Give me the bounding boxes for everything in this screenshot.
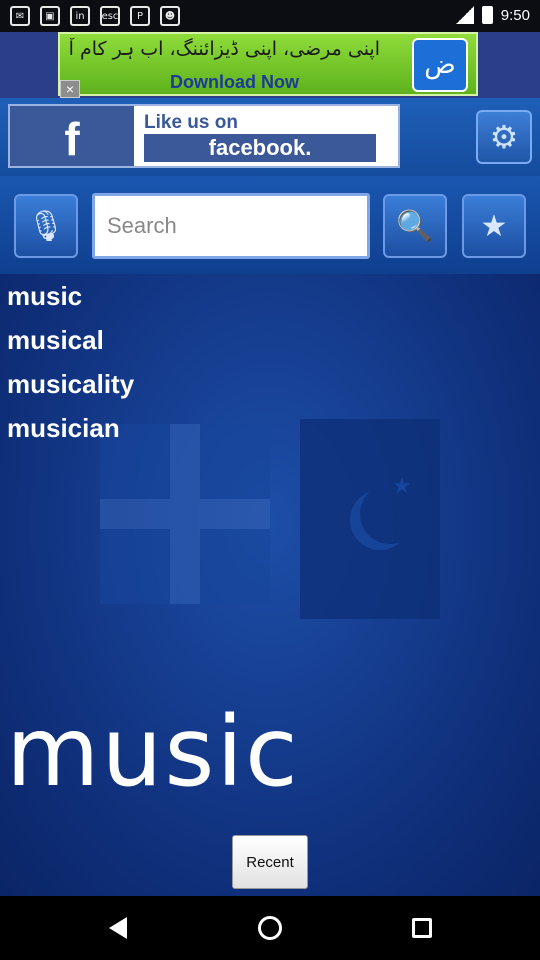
favorites-star-icon[interactable]: ★ <box>462 194 526 258</box>
status-icons: ✉ ▣ in esc P ☻ <box>10 6 180 26</box>
linkedin-icon: in <box>70 6 90 26</box>
facebook-f-icon: f <box>10 106 134 166</box>
ad-banner[interactable]: اپنی مرضی، اپنی ڈیزائننگ، اب ہر کام آپ ک… <box>58 32 478 96</box>
search-row: 🎙 🔍 ★ <box>0 176 540 274</box>
main-content: ★ music musical musicality musician musi… <box>0 274 540 896</box>
suggestion-item[interactable]: music <box>0 274 540 318</box>
star-decoration: ★ <box>392 474 412 499</box>
signal-icon <box>455 6 474 24</box>
settings-gear-icon[interactable]: ⚙ <box>476 110 532 164</box>
recents-icon[interactable] <box>408 914 436 942</box>
uk-flag-decoration <box>100 424 270 604</box>
current-word-display: music <box>6 696 300 808</box>
esc-icon: esc <box>100 6 120 26</box>
suggestion-list: music musical musicality musician <box>0 274 540 450</box>
recent-button[interactable]: Recent <box>232 835 308 889</box>
pinterest-icon: P <box>130 6 150 26</box>
status-right: 9:50 <box>455 6 530 24</box>
search-input[interactable] <box>92 193 370 259</box>
back-icon[interactable] <box>104 914 132 942</box>
ad-close-icon[interactable]: × <box>60 80 80 98</box>
facebook-like-text: Like us on <box>144 112 238 133</box>
ad-logo-icon: ض <box>412 38 468 92</box>
clock: 9:50 <box>500 6 530 24</box>
robot-icon: ☻ <box>160 6 180 26</box>
ad-urdu-text: اپنی مرضی، اپنی ڈیزائننگ، اب ہر کام آپ ک… <box>70 38 380 60</box>
suggestion-item[interactable]: musician <box>0 406 540 450</box>
ad-download-label: Download Now <box>170 72 299 92</box>
microphone-icon[interactable]: 🎙 <box>14 194 78 258</box>
image-icon: ▣ <box>40 6 60 26</box>
navigation-bar <box>0 896 540 960</box>
search-icon[interactable]: 🔍 <box>383 194 447 258</box>
suggestion-item[interactable]: musical <box>0 318 540 362</box>
notification-icon: ✉ <box>10 6 30 26</box>
status-bar: ✉ ▣ in esc P ☻ 9:50 <box>0 0 540 32</box>
facebook-like-banner[interactable]: f Like us on facebook. <box>8 104 400 168</box>
ad-area: اپنی مرضی، اپنی ڈیزائننگ، اب ہر کام آپ ک… <box>0 32 540 98</box>
suggestion-item[interactable]: musicality <box>0 362 540 406</box>
battery-icon <box>481 6 493 24</box>
facebook-row: f Like us on facebook. ⚙ <box>0 98 540 176</box>
home-icon[interactable] <box>256 914 284 942</box>
facebook-brand-text: facebook. <box>144 134 376 162</box>
